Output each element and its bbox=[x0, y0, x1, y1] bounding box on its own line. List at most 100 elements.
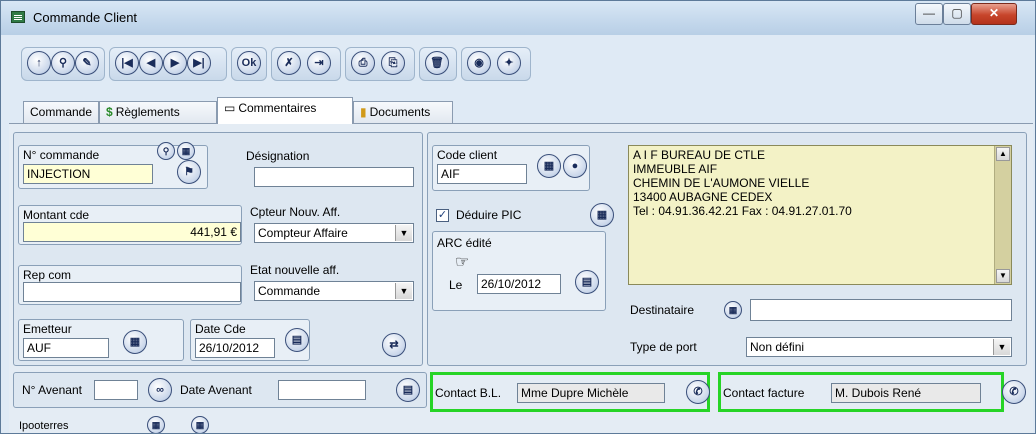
num-commande-label: N° commande bbox=[23, 148, 100, 162]
code-client-field[interactable]: AIF bbox=[437, 164, 527, 184]
ok-icon[interactable]: Ok bbox=[237, 51, 261, 75]
web-icon[interactable]: ◉ bbox=[467, 51, 491, 75]
list-icon[interactable]: ▦ bbox=[537, 154, 561, 178]
destinataire-label: Destinataire bbox=[630, 303, 695, 317]
cpteur-label: Cpteur Nouv. Aff. bbox=[250, 205, 341, 219]
list-icon[interactable]: ▦ bbox=[147, 416, 165, 433]
list-icon[interactable]: ▦ bbox=[191, 416, 209, 433]
search-icon[interactable]: ⚲ bbox=[157, 142, 175, 160]
destinataire-field[interactable] bbox=[750, 299, 1012, 321]
maximize-button[interactable]: ▢ bbox=[943, 3, 971, 25]
cpteur-select[interactable]: Compteur Affaire ▼ bbox=[254, 223, 414, 243]
list-icon[interactable]: ▦ bbox=[123, 330, 147, 354]
emetteur-field[interactable]: AUF bbox=[23, 338, 109, 358]
datecde-field[interactable]: 26/10/2012 bbox=[195, 338, 275, 358]
avenant-label: N° Avenant bbox=[22, 383, 82, 397]
designation-label: Désignation bbox=[246, 149, 310, 163]
tab-content: N° commande INJECTION ⚲ ▦ ⚑ Désignation … bbox=[9, 123, 1033, 433]
avenant-panel: N° Avenant ∞ Date Avenant ▤ bbox=[13, 372, 427, 408]
last-icon[interactable]: ▶| bbox=[187, 51, 211, 75]
tab-commande[interactable]: Commande bbox=[23, 101, 99, 123]
le-date-field[interactable]: 26/10/2012 bbox=[477, 274, 561, 294]
app-icon bbox=[11, 11, 25, 23]
calendar-icon[interactable]: ▤ bbox=[575, 270, 599, 294]
phone-icon[interactable]: ✆ bbox=[686, 380, 710, 404]
emetteur-label: Emetteur bbox=[23, 322, 72, 336]
cancel-icon[interactable]: ✗ bbox=[277, 51, 301, 75]
date-avenant-field[interactable] bbox=[278, 380, 366, 400]
comment-icon: ▭ bbox=[224, 101, 236, 115]
calendar-icon[interactable]: ▤ bbox=[285, 328, 309, 352]
address-scrollbar[interactable]: ▲ ▼ bbox=[994, 146, 1011, 284]
scroll-down-icon[interactable]: ▼ bbox=[996, 269, 1010, 283]
etat-select[interactable]: Commande ▼ bbox=[254, 281, 414, 301]
designation-field[interactable] bbox=[254, 167, 414, 187]
address-line: Tel : 04.91.36.42.21 Fax : 04.91.27.01.7… bbox=[633, 204, 852, 218]
scroll-up-icon[interactable]: ▲ bbox=[996, 147, 1010, 161]
toolbar: ↑ ⚲ ✎ |◀ ◀ ▶ ▶| Ok ✗ ⇥ ⎙ ⎘ 🗑 ◉ ✦ bbox=[21, 47, 641, 81]
contact-bl-label: Contact B.L. bbox=[435, 386, 502, 400]
rep-field[interactable] bbox=[23, 282, 241, 302]
cpteur-value: Compteur Affaire bbox=[258, 226, 348, 240]
user-icon[interactable]: ● bbox=[563, 154, 587, 178]
search-record-icon[interactable]: ⚲ bbox=[51, 51, 75, 75]
edit-icon[interactable]: ✎ bbox=[75, 51, 99, 75]
exit-icon[interactable]: ⇥ bbox=[307, 51, 331, 75]
close-button[interactable]: ✕ bbox=[971, 3, 1017, 25]
contact-facture-field[interactable]: M. Dubois René bbox=[831, 383, 981, 403]
client-address[interactable]: A I F BUREAU DE CTLE IMMEUBLE AIF CHEMIN… bbox=[628, 145, 1012, 285]
phone-icon[interactable]: ✆ bbox=[1002, 380, 1026, 404]
emetteur-box: Emetteur AUF ▦ bbox=[18, 319, 184, 361]
client-panel: Code client AIF ▦ ● ✓ Déduire PIC ▦ ARC … bbox=[427, 132, 1027, 366]
num-commande-field[interactable]: INJECTION bbox=[23, 164, 153, 184]
list-icon[interactable]: ▦ bbox=[724, 301, 742, 319]
deduire-label: Déduire PIC bbox=[456, 208, 522, 222]
title-bar[interactable]: Commande Client — ▢ ✕ bbox=[1, 1, 1035, 35]
first-icon[interactable]: |◀ bbox=[115, 51, 139, 75]
dollar-icon: $ bbox=[106, 105, 113, 119]
tag-icon[interactable]: ⚑ bbox=[177, 160, 201, 184]
order-panel: N° commande INJECTION ⚲ ▦ ⚑ Désignation … bbox=[13, 132, 423, 366]
tools-icon[interactable]: ✦ bbox=[497, 51, 521, 75]
preview-icon[interactable]: ⎘ bbox=[381, 51, 405, 75]
tab-documents[interactable]: ▮ Documents bbox=[353, 101, 453, 123]
datecde-label: Date Cde bbox=[195, 322, 246, 336]
arc-label: ARC édité bbox=[437, 236, 492, 250]
chevron-down-icon[interactable]: ▼ bbox=[395, 225, 412, 241]
binoculars-icon[interactable]: ∞ bbox=[148, 378, 172, 402]
tab-label: Règlements bbox=[115, 105, 180, 119]
montant-label: Montant cde bbox=[23, 208, 90, 222]
minimize-button[interactable]: — bbox=[915, 3, 943, 25]
chevron-down-icon[interactable]: ▼ bbox=[395, 283, 412, 299]
hand-pointer-icon: ☞ bbox=[455, 254, 470, 271]
deduire-checkbox[interactable]: ✓ bbox=[436, 209, 449, 222]
list-icon[interactable]: ▦ bbox=[590, 203, 614, 227]
chevron-down-icon[interactable]: ▼ bbox=[993, 339, 1010, 355]
type-port-select[interactable]: Non défini ▼ bbox=[746, 337, 1012, 357]
rep-box: Rep com bbox=[18, 265, 242, 305]
etat-label: Etat nouvelle aff. bbox=[250, 263, 340, 277]
calendar-icon[interactable]: ▤ bbox=[396, 378, 420, 402]
print-icon[interactable]: ⎙ bbox=[351, 51, 375, 75]
arc-box: ARC édité ☞ Le 26/10/2012 ▤ bbox=[432, 231, 606, 311]
le-label: Le bbox=[449, 278, 463, 292]
tab-commentaires[interactable]: ▭ Commentaires bbox=[217, 97, 353, 124]
montant-field: 441,91 € bbox=[23, 222, 241, 242]
delete-icon[interactable]: 🗑 bbox=[425, 51, 449, 75]
transfer-icon[interactable]: ⇄ bbox=[382, 333, 406, 357]
list-icon[interactable]: ▦ bbox=[177, 142, 195, 160]
prev-icon[interactable]: ◀ bbox=[139, 51, 163, 75]
contact-bl-field[interactable]: Mme Dupre Michèle bbox=[517, 383, 665, 403]
commande-client-window: Commande Client — ▢ ✕ ↑ ⚲ ✎ |◀ ◀ ▶ ▶| Ok ✗ ⇥ ⎙ ⎘ 🗑 ◉ ✦… bbox=[0, 0, 1036, 434]
tab-label: Commande bbox=[30, 105, 93, 119]
next-icon[interactable]: ▶ bbox=[163, 51, 187, 75]
address-line: A I F BUREAU DE CTLE bbox=[633, 148, 766, 162]
etat-value: Commande bbox=[258, 284, 321, 298]
new-icon[interactable]: ↑ bbox=[27, 51, 51, 75]
rep-label: Rep com bbox=[23, 268, 72, 282]
code-client-label: Code client bbox=[437, 148, 498, 162]
document-icon: ▮ bbox=[360, 105, 367, 119]
avenant-field[interactable] bbox=[94, 380, 138, 400]
tab-reglements[interactable]: $ Règlements bbox=[99, 101, 217, 123]
contact-facture-label: Contact facture bbox=[723, 386, 805, 400]
